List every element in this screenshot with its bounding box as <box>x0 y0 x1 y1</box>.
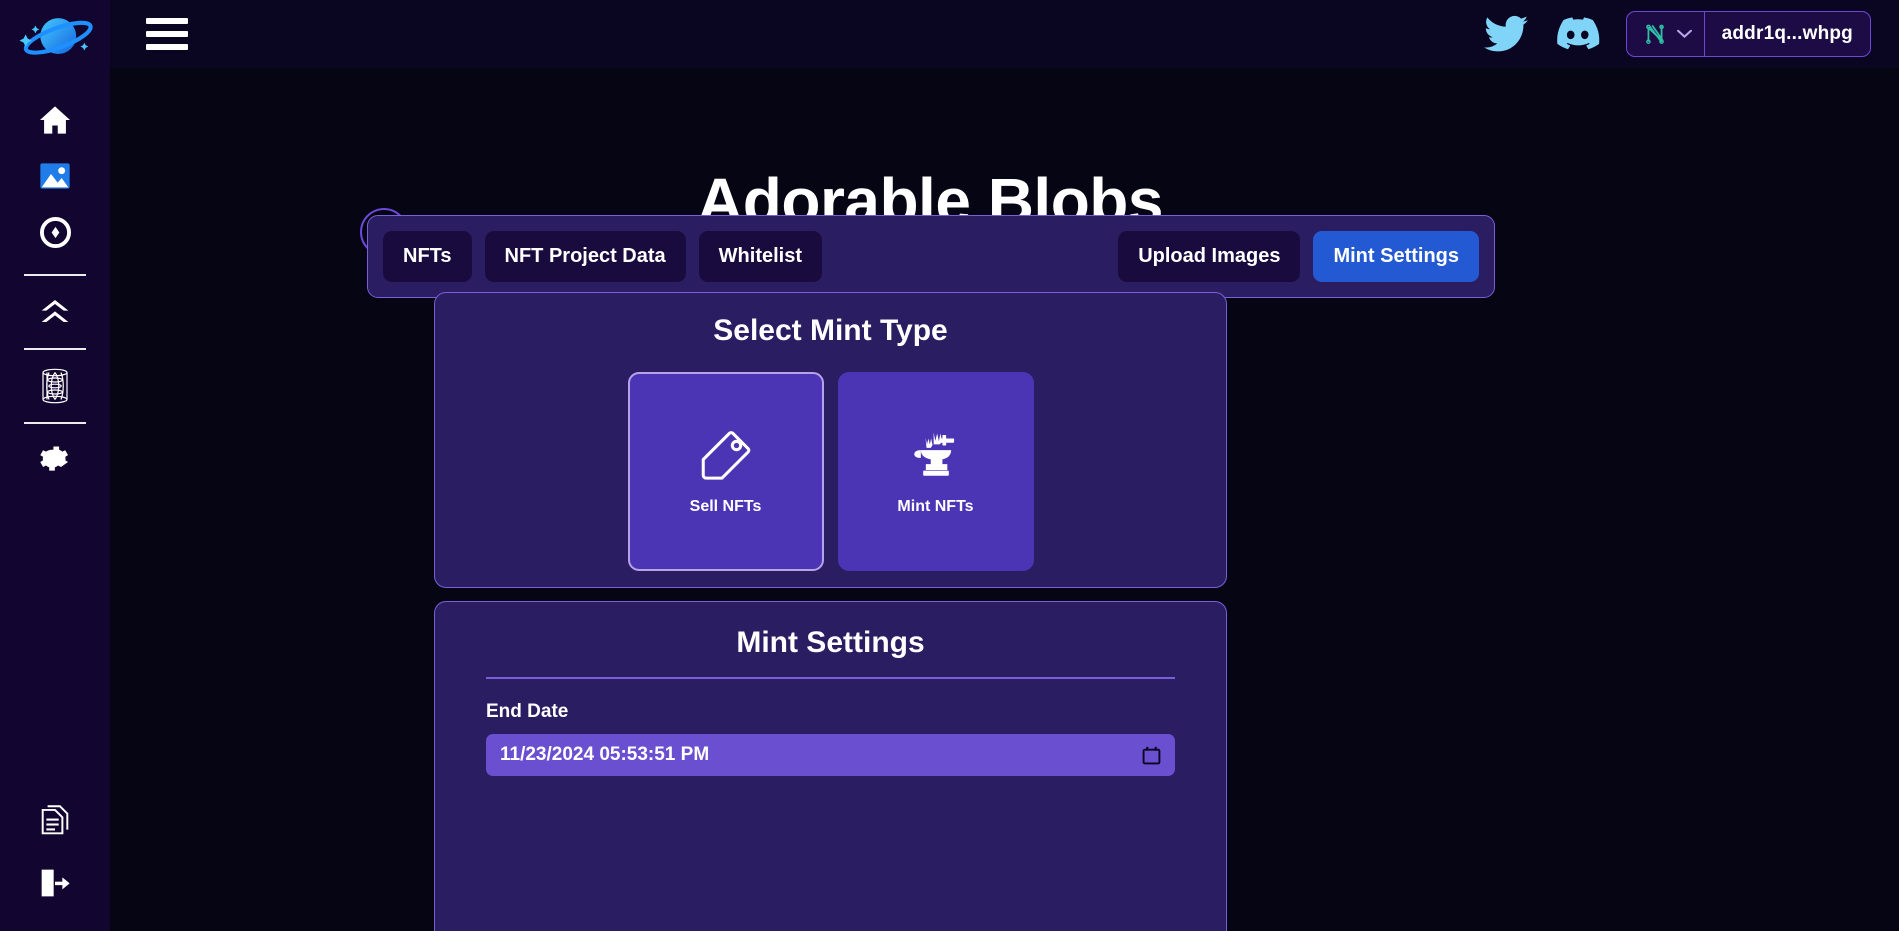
sidebar-item-portal[interactable] <box>0 358 110 414</box>
planet-logo-icon[interactable] <box>14 10 96 72</box>
documents-icon <box>41 805 69 835</box>
sidebar-nav-secondary <box>0 284 110 340</box>
sidebar-nav-tertiary <box>0 358 110 414</box>
gear-icon <box>40 446 69 471</box>
wallet-select[interactable] <box>1627 12 1705 56</box>
home-icon <box>40 106 70 134</box>
mint-type-option-sell-nfts[interactable]: Sell NFTs <box>627 372 824 571</box>
sidebar-bottom-nav <box>0 793 110 911</box>
sidebar-item-logout[interactable] <box>0 855 110 911</box>
tab-upload-images[interactable]: Upload Images <box>1118 231 1301 282</box>
sidebar-item-settings[interactable] <box>0 432 110 488</box>
mint-settings-divider <box>486 677 1175 679</box>
double-chevron-up-icon <box>41 300 69 322</box>
logout-icon <box>41 869 70 897</box>
chevron-down-icon <box>1676 29 1692 39</box>
sidebar-divider-3 <box>24 422 86 424</box>
tab-nfts[interactable]: NFTs <box>383 231 472 282</box>
image-icon <box>40 163 70 189</box>
price-tag-icon <box>701 430 750 480</box>
mint-type-option-label: Mint NFTs <box>897 497 974 515</box>
select-mint-type-title: Select Mint Type <box>713 314 948 347</box>
sidebar-divider <box>24 274 86 276</box>
tab-mint-settings[interactable]: Mint Settings <box>1313 231 1479 282</box>
tab-bar: NFTs NFT Project Data Whitelist Upload I… <box>367 215 1495 298</box>
sidebar-nav-primary <box>0 92 110 260</box>
mint-type-options: Sell NFTs Mint NFTs <box>435 372 1226 571</box>
select-mint-type-panel: Select Mint Type Sell NFTs Mint NFTs <box>434 292 1227 588</box>
sidebar-divider-2 <box>24 348 86 350</box>
mint-settings-title: Mint Settings <box>736 626 925 659</box>
wallet-connector[interactable]: addr1q...whpg <box>1625 11 1871 57</box>
end-date-label: End Date <box>486 701 569 722</box>
sidebar-item-gallery[interactable] <box>0 148 110 204</box>
top-bar: addr1q...whpg <box>110 0 1899 68</box>
end-date-input[interactable]: 11/23/2024 05:53:51 PM <box>486 734 1175 776</box>
mint-type-option-label: Sell NFTs <box>689 497 762 515</box>
topbar-right-group: addr1q...whpg <box>1483 11 1871 57</box>
wallet-address[interactable]: addr1q...whpg <box>1705 12 1870 56</box>
hamburger-menu-icon[interactable] <box>146 18 188 50</box>
twitter-icon[interactable] <box>1483 15 1528 53</box>
mint-settings-panel: Mint Settings End Date 11/23/2024 05:53:… <box>434 601 1227 931</box>
anvil-icon <box>913 432 954 476</box>
tab-whitelist[interactable]: Whitelist <box>698 231 823 282</box>
mint-type-option-mint-nfts[interactable]: Mint NFTs <box>837 372 1034 571</box>
sidebar-nav-quaternary <box>0 432 110 488</box>
calendar-icon[interactable] <box>1142 746 1161 765</box>
nami-wallet-icon <box>1645 24 1664 44</box>
end-date-value: 11/23/2024 05:53:51 PM <box>500 744 710 765</box>
sidebar-item-home[interactable] <box>0 92 110 148</box>
coin-target-icon <box>39 216 71 248</box>
sidebar-item-docs[interactable] <box>0 793 110 849</box>
sidebar <box>0 0 110 931</box>
tab-nft-project-data[interactable]: NFT Project Data <box>484 231 686 282</box>
sidebar-item-token[interactable] <box>0 204 110 260</box>
tab-bar-right-group: Upload Images Mint Settings <box>1118 231 1479 282</box>
wormhole-icon <box>42 368 68 404</box>
main-content: Adorable Blobs NFTs NFT Project Data Whi… <box>110 68 1899 931</box>
sidebar-item-boost[interactable] <box>0 284 110 340</box>
discord-icon[interactable] <box>1554 16 1600 52</box>
